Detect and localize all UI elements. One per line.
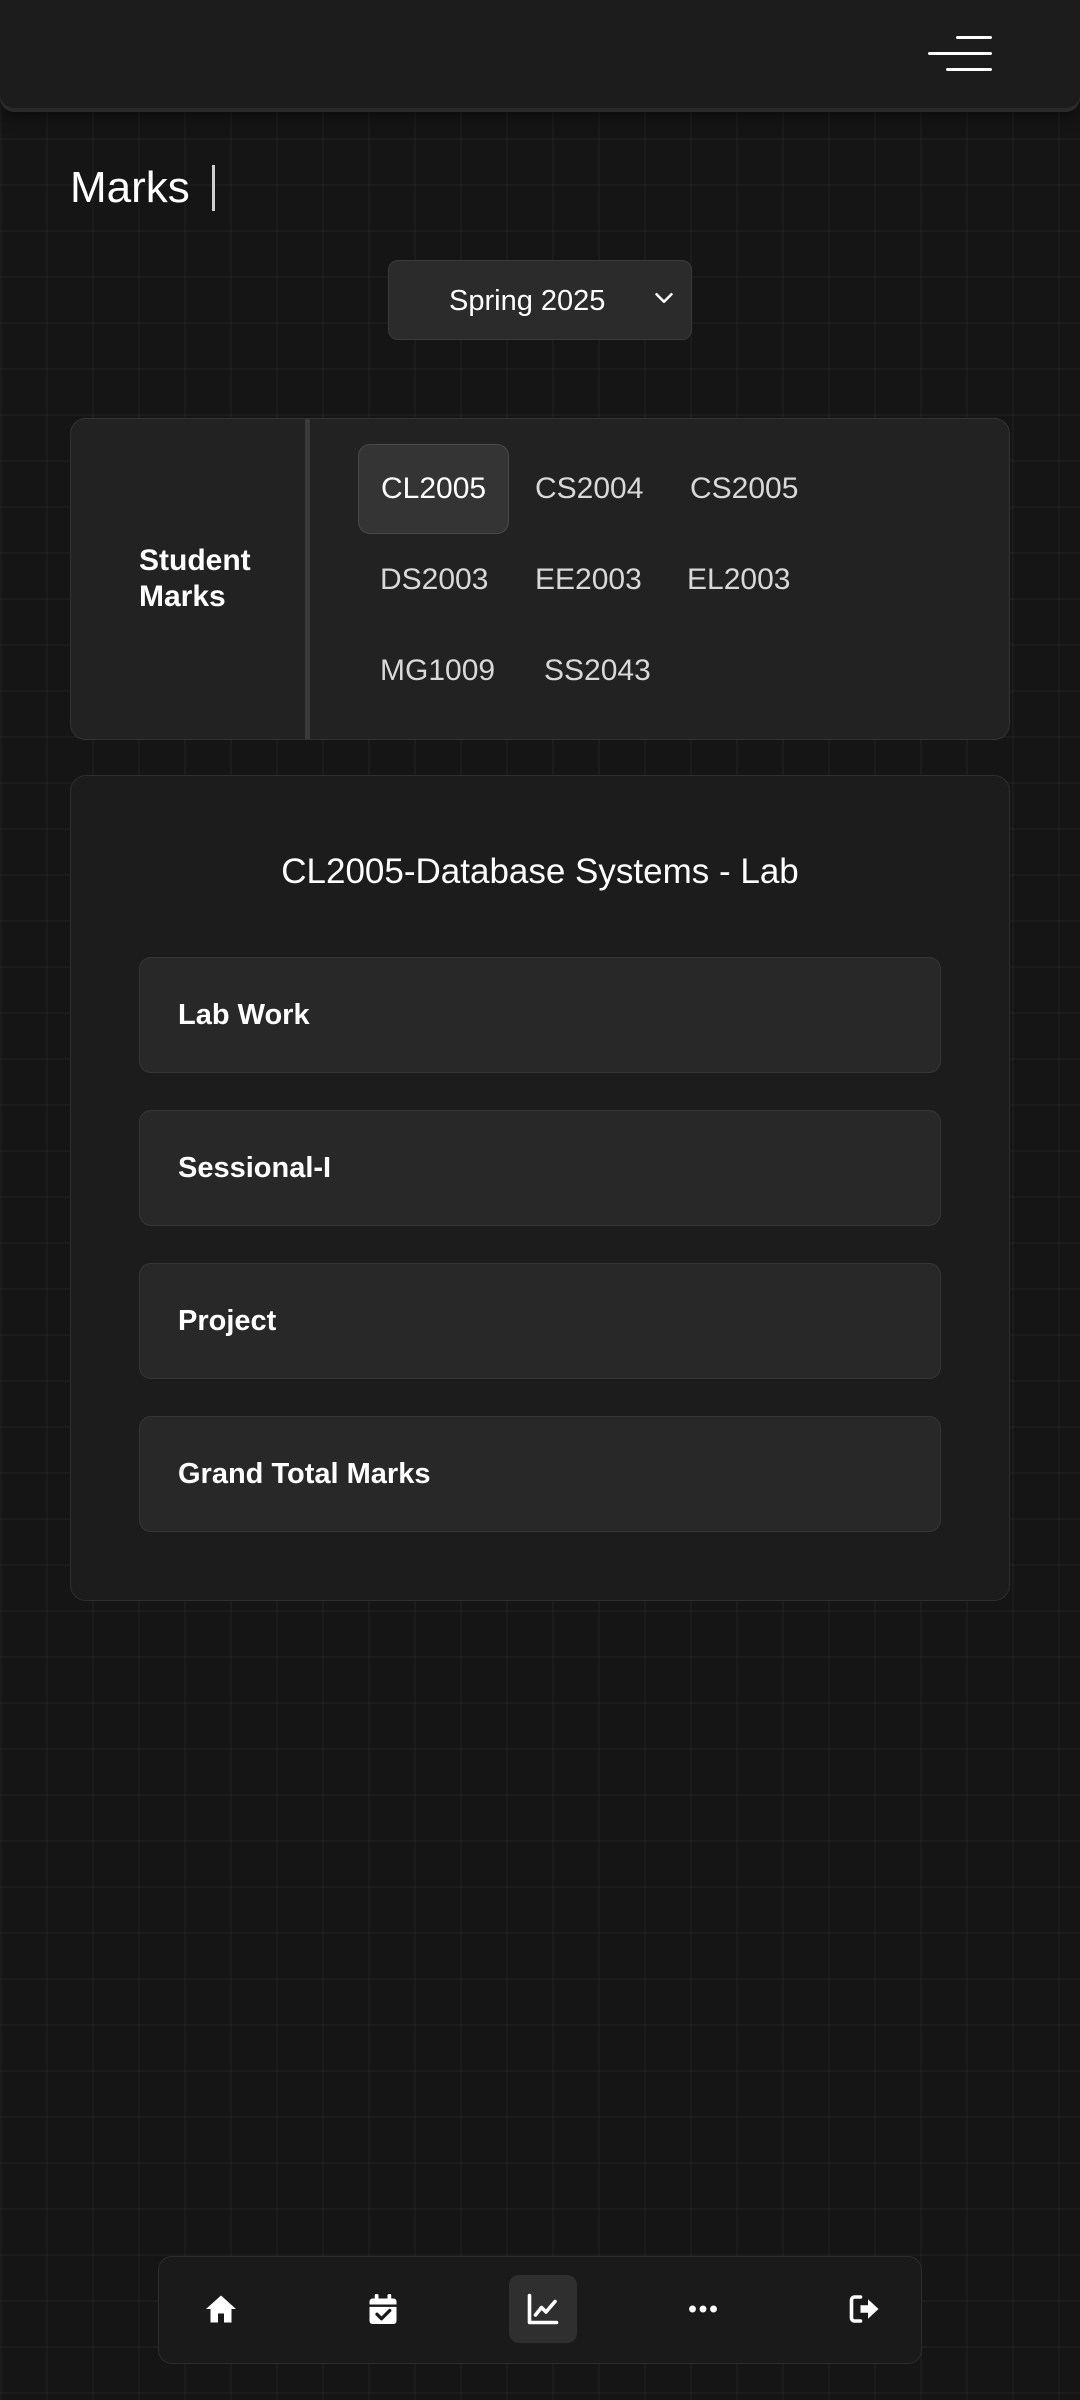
bottom-nav [158, 2256, 922, 2364]
section-sessional-i[interactable]: Sessional-I [139, 1110, 941, 1226]
nav-calendar[interactable] [349, 2275, 417, 2343]
course-tab-cl2005[interactable]: CL2005 [358, 444, 510, 534]
section-label: Project [178, 1305, 277, 1337]
course-selector-panel: Student Marks CL2005 CS2004 CS2005 DS200… [70, 418, 1010, 740]
course-details-card: CL2005-Database Systems - Lab Lab Work S… [70, 775, 1010, 1601]
panel-divider [305, 419, 310, 739]
section-project[interactable]: Project [139, 1263, 941, 1379]
nav-marks[interactable] [509, 2275, 577, 2343]
course-tab-ss2043[interactable]: SS2043 [522, 626, 673, 716]
course-tab-cs2005[interactable]: CS2005 [668, 444, 820, 534]
chevron-down-icon [655, 293, 673, 303]
nav-logout[interactable] [831, 2275, 899, 2343]
title-divider [212, 165, 215, 211]
page-title: Marks [70, 163, 190, 212]
home-icon [206, 2295, 236, 2323]
semester-select-value: Spring 2025 [449, 285, 606, 317]
course-tab-el2003[interactable]: EL2003 [665, 535, 812, 625]
nav-more[interactable] [669, 2275, 737, 2343]
section-label: Sessional-I [178, 1152, 332, 1184]
top-header [0, 0, 1080, 108]
hamburger-menu-icon[interactable] [920, 28, 992, 80]
panel-label: Student Marks [139, 544, 251, 613]
course-tab-ds2003[interactable]: DS2003 [358, 535, 510, 625]
chart-line-icon [527, 2293, 559, 2325]
course-tab-mg1009[interactable]: MG1009 [358, 626, 517, 716]
more-dots-icon [689, 2305, 717, 2313]
section-lab-work[interactable]: Lab Work [139, 957, 941, 1073]
calendar-check-icon [369, 2294, 397, 2324]
course-tab-cs2004[interactable]: CS2004 [513, 444, 665, 534]
nav-home[interactable] [187, 2275, 255, 2343]
section-label: Lab Work [178, 999, 310, 1031]
section-label: Grand Total Marks [178, 1458, 431, 1490]
logout-icon [849, 2295, 879, 2323]
semester-select[interactable]: Spring 2025 [388, 260, 692, 340]
course-title: CL2005-Database Systems - Lab [281, 852, 799, 891]
course-tab-ee2003[interactable]: EE2003 [513, 535, 664, 625]
section-grand-total-marks[interactable]: Grand Total Marks [139, 1416, 941, 1532]
